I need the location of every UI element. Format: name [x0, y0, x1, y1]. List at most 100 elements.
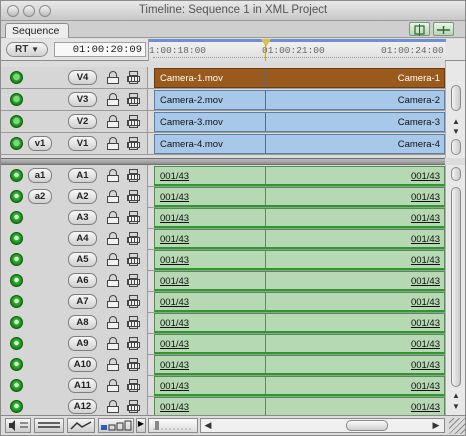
audio-clip[interactable]: 001/43 001/43	[154, 313, 445, 333]
track-clip-area[interactable]: 001/43 001/43	[149, 228, 445, 249]
audio-clip[interactable]: 001/43 001/43	[154, 250, 445, 270]
audio-clip[interactable]: 001/43 001/43	[154, 397, 445, 417]
video-clip[interactable]: Camera-3.mov Camera-3	[154, 112, 445, 132]
destination-track-button[interactable]: A6	[68, 273, 97, 288]
autoselect-icon[interactable]	[127, 253, 140, 266]
destination-track-button[interactable]: V4	[68, 70, 97, 85]
autoselect-icon[interactable]	[127, 316, 140, 329]
autoselect-icon[interactable]	[127, 379, 140, 392]
destination-track-button[interactable]: A10	[68, 357, 97, 372]
scroll-down-icon[interactable]: ▼	[446, 402, 465, 411]
audio-clip[interactable]: 001/43 001/43	[154, 208, 445, 228]
audio-clip[interactable]: 001/43 001/43	[154, 166, 445, 186]
lock-icon[interactable]	[107, 169, 119, 182]
clip-edit-point[interactable]	[265, 113, 266, 131]
track-clip-area[interactable]: 001/43 001/43	[149, 207, 445, 228]
track-height-button[interactable]	[34, 418, 64, 433]
audio-toggle-button[interactable]	[5, 418, 31, 433]
track-enable-icon[interactable]	[10, 137, 23, 150]
destination-track-button[interactable]: V3	[68, 92, 97, 107]
clip-edit-point[interactable]	[265, 293, 266, 310]
snapping-button[interactable]	[409, 22, 430, 36]
autoselect-icon[interactable]	[127, 169, 140, 182]
track-clip-area[interactable]: 001/43 001/43	[149, 396, 445, 417]
clip-edit-point[interactable]	[265, 251, 266, 268]
video-clip[interactable]: Camera-1.mov Camera-1	[154, 68, 445, 88]
track-enable-icon[interactable]	[10, 211, 23, 224]
timeline-ruler[interactable]: 1:00:18:00 01:00:21:00 01:00:24:00	[148, 39, 446, 61]
video-scroll-thumb[interactable]	[451, 85, 461, 111]
track-enable-icon[interactable]	[10, 379, 23, 392]
scroll-right-icon[interactable]: ▶	[431, 420, 441, 431]
lock-icon[interactable]	[107, 400, 119, 413]
horizontal-scroll-thumb[interactable]	[346, 420, 388, 431]
track-clip-area[interactable]: 001/43 001/43	[149, 291, 445, 312]
autoselect-icon[interactable]	[127, 295, 140, 308]
autoselect-icon[interactable]	[127, 190, 140, 203]
destination-track-button[interactable]: A11	[68, 378, 97, 393]
destination-track-button[interactable]: A5	[68, 252, 97, 267]
linking-button[interactable]	[433, 22, 454, 36]
clip-edit-point[interactable]	[265, 230, 266, 247]
scroll-left-icon[interactable]: ◀	[203, 420, 213, 431]
audio-clip[interactable]: 001/43 001/43	[154, 187, 445, 207]
track-clip-area[interactable]: 001/43 001/43	[149, 375, 445, 396]
clip-edit-point[interactable]	[265, 398, 266, 415]
tab-sequence-1[interactable]: Sequence 1	[5, 23, 69, 49]
lock-icon[interactable]	[107, 232, 119, 245]
track-enable-icon[interactable]	[10, 190, 23, 203]
autoselect-icon[interactable]	[127, 71, 140, 84]
lock-icon[interactable]	[107, 274, 119, 287]
scroll-up-icon[interactable]: ▲	[446, 391, 465, 400]
autoselect-icon[interactable]	[127, 211, 140, 224]
destination-track-button[interactable]: A1	[68, 168, 97, 183]
track-enable-icon[interactable]	[10, 71, 23, 84]
destination-track-button[interactable]: A9	[68, 336, 97, 351]
audio-clip[interactable]: 001/43 001/43	[154, 355, 445, 375]
track-enable-icon[interactable]	[10, 400, 23, 413]
current-timecode-field[interactable]: 01:00:20:09	[54, 42, 146, 57]
scroll-down-icon[interactable]: ▼	[446, 127, 465, 136]
track-clip-area[interactable]: 001/43 001/43	[149, 270, 445, 291]
source-patch-button[interactable]: v1	[28, 136, 52, 151]
audio-scrollbar[interactable]: ▲ ▼	[445, 165, 465, 415]
clip-edit-point[interactable]	[265, 167, 266, 184]
autoselect-icon[interactable]	[127, 358, 140, 371]
lock-icon[interactable]	[107, 115, 119, 128]
track-enable-icon[interactable]	[10, 253, 23, 266]
track-enable-icon[interactable]	[10, 274, 23, 287]
track-clip-area[interactable]: Camera-1.mov Camera-1	[149, 67, 445, 88]
track-clip-area[interactable]: Camera-3.mov Camera-3	[149, 111, 445, 132]
zoom-control[interactable]	[148, 418, 198, 433]
autoselect-icon[interactable]	[127, 232, 140, 245]
audio-split-thumb[interactable]	[451, 167, 461, 181]
lock-icon[interactable]	[107, 253, 119, 266]
clip-edit-point[interactable]	[265, 69, 266, 87]
clip-edit-point[interactable]	[265, 135, 266, 153]
lock-icon[interactable]	[107, 337, 119, 350]
expand-arrow-icon[interactable]: ▶	[136, 418, 146, 433]
autoselect-icon[interactable]	[127, 337, 140, 350]
track-size-button[interactable]	[98, 418, 134, 433]
resize-grip-icon[interactable]	[449, 418, 465, 434]
clip-edit-point[interactable]	[265, 209, 266, 226]
autoselect-icon[interactable]	[127, 93, 140, 106]
destination-track-button[interactable]: V2	[68, 114, 97, 129]
track-enable-icon[interactable]	[10, 295, 23, 308]
video-clip[interactable]: Camera-4.mov Camera-4	[154, 134, 445, 154]
clip-edit-point[interactable]	[265, 356, 266, 373]
destination-track-button[interactable]: V1	[68, 136, 97, 151]
track-clip-area[interactable]: 001/43 001/43	[149, 165, 445, 186]
autoselect-icon[interactable]	[127, 137, 140, 150]
lock-icon[interactable]	[107, 211, 119, 224]
clip-edit-point[interactable]	[265, 377, 266, 394]
horizontal-scrollbar[interactable]: ◀ ▶	[200, 418, 445, 433]
track-enable-icon[interactable]	[10, 169, 23, 182]
video-scrollbar[interactable]: ▲ ▼	[445, 61, 465, 158]
destination-track-button[interactable]: A3	[68, 210, 97, 225]
track-enable-icon[interactable]	[10, 93, 23, 106]
autoselect-icon[interactable]	[127, 115, 140, 128]
clip-edit-point[interactable]	[265, 91, 266, 109]
scroll-up-icon[interactable]: ▲	[446, 117, 465, 126]
audio-clip[interactable]: 001/43 001/43	[154, 292, 445, 312]
